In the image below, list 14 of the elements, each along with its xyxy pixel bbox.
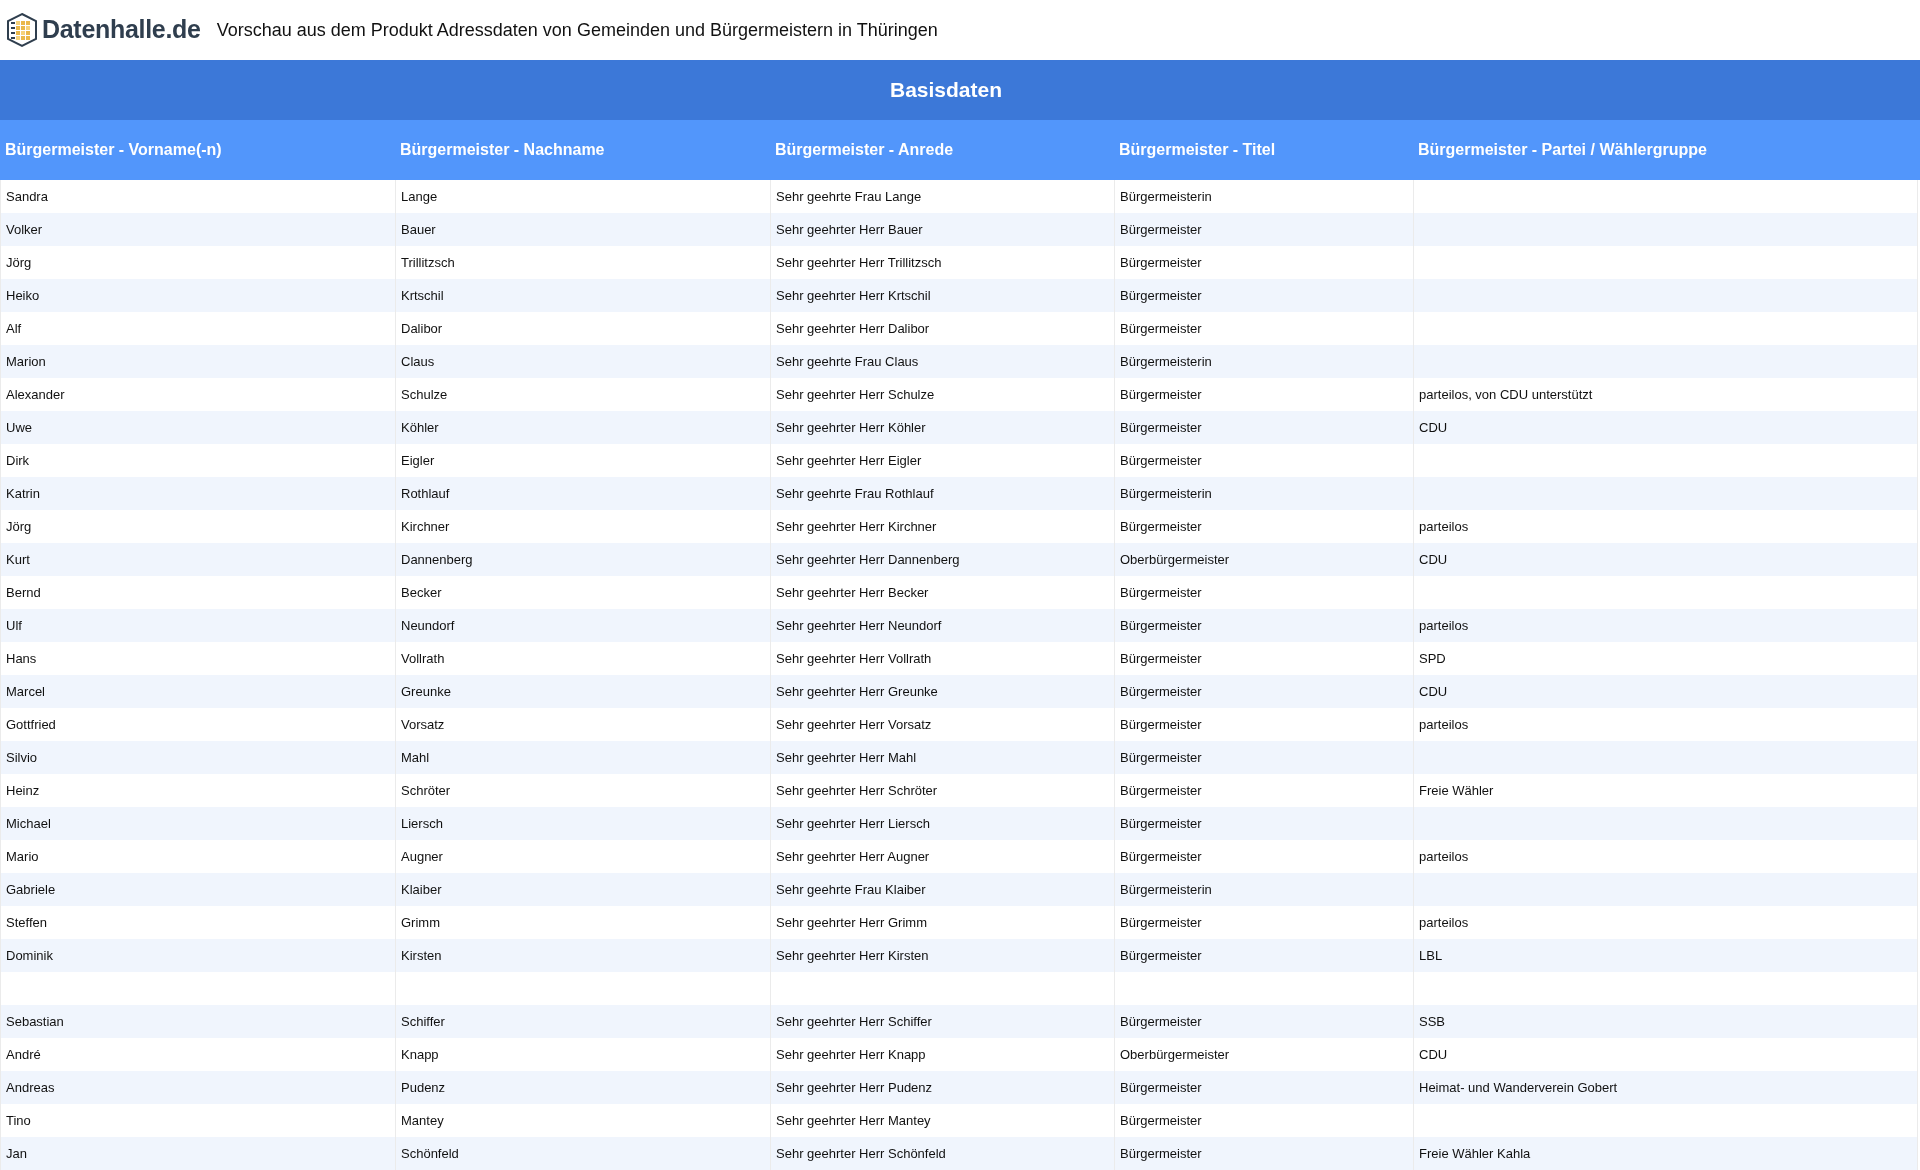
column-header[interactable]: Bürgermeister - Partei / Wählergruppe bbox=[1418, 141, 1707, 158]
column-header[interactable]: Bürgermeister - Nachname bbox=[400, 141, 605, 158]
page-title: Vorschau aus dem Produkt Adressdaten von Gemeinden und Bürgermeistern in Thüringen bbox=[216, 18, 938, 42]
logo-text[interactable]: Datenhalle.de bbox=[42, 11, 201, 49]
column-header[interactable]: Bürgermeister - Anrede bbox=[775, 141, 954, 158]
table-cell: Jan bbox=[0, 1137, 395, 1170]
table-banner: Basisdaten bbox=[0, 60, 1920, 120]
table-cell: Schönfeld bbox=[395, 1137, 770, 1170]
table-cell: Bürgermeister bbox=[1114, 1137, 1413, 1170]
table-cell: Sehr geehrter Herr Schönfeld bbox=[770, 1137, 1114, 1170]
table-cell: Freie Wähler Kahla bbox=[1413, 1137, 1918, 1170]
column-header[interactable]: Bürgermeister - Titel bbox=[1119, 141, 1276, 158]
logo-icon bbox=[5, 12, 39, 48]
column-header[interactable]: Bürgermeister - Vorname(-n) bbox=[5, 141, 222, 158]
